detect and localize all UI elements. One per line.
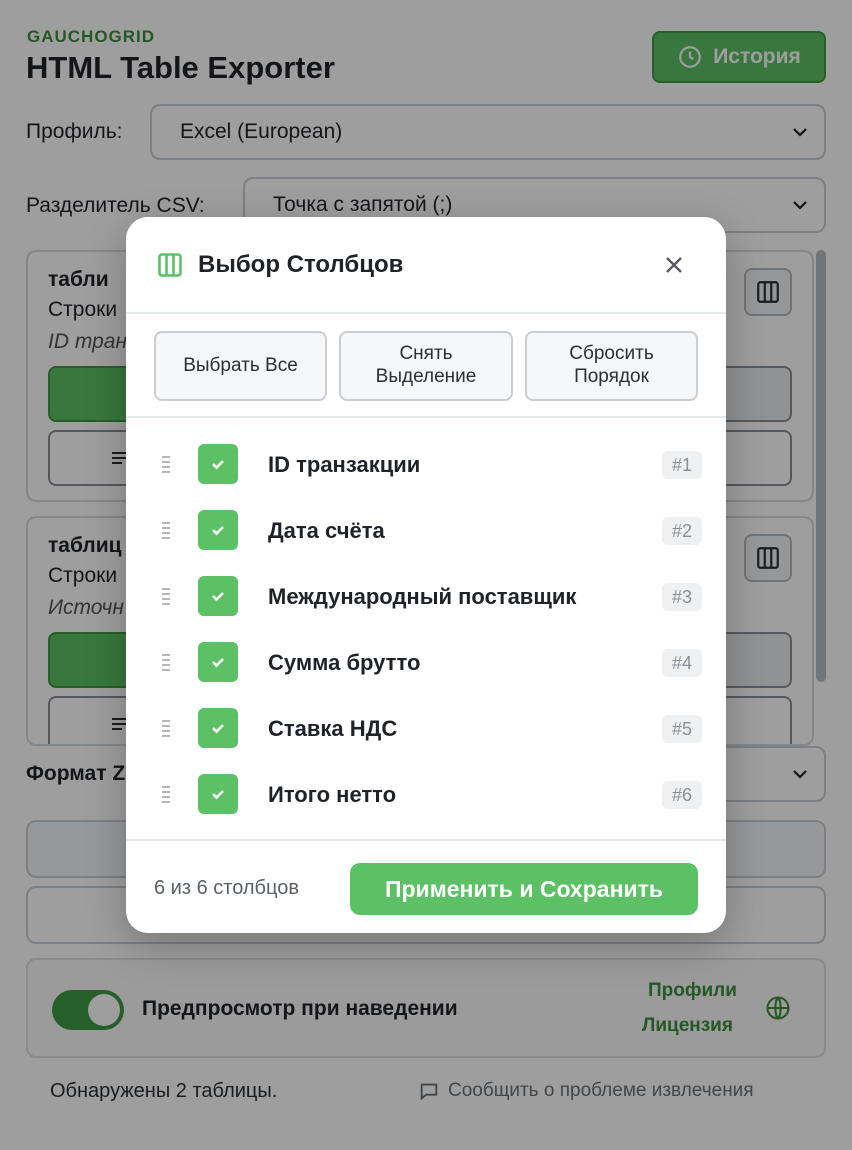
- reset-order-label-line2: Порядок: [574, 366, 649, 387]
- column-checkbox[interactable]: [198, 444, 238, 484]
- column-checkbox[interactable]: [198, 774, 238, 814]
- check-icon: [212, 790, 224, 800]
- check-icon: [212, 658, 224, 668]
- close-button[interactable]: [660, 251, 688, 279]
- modal-header: Выбор Столбцов: [126, 217, 726, 314]
- check-icon: [212, 460, 224, 470]
- deselect-label-line2: Выделение: [375, 366, 477, 387]
- column-name: Итого нетто: [268, 782, 397, 807]
- columns-icon: [158, 253, 182, 277]
- column-name: Международный поставщик: [268, 584, 577, 609]
- column-order-badge: #5: [662, 715, 702, 743]
- modal-footer: 6 из 6 столбцов Применить и Сохранить: [126, 839, 726, 933]
- drag-handle-icon[interactable]: [160, 586, 172, 606]
- column-row[interactable]: ID транзакции #1: [126, 432, 726, 498]
- column-order-badge: #3: [662, 583, 702, 611]
- column-row[interactable]: Ставка НДС #5: [126, 696, 726, 762]
- column-row[interactable]: Дата счёта #2: [126, 498, 726, 564]
- column-picker-modal: Выбор Столбцов Выбрать Все Снять Выделен…: [126, 217, 726, 933]
- drag-handle-icon[interactable]: [160, 718, 172, 738]
- bulk-actions: Выбрать Все Снять Выделение Сбросить Пор…: [126, 314, 726, 418]
- select-all-button[interactable]: Выбрать Все: [154, 331, 327, 401]
- column-row[interactable]: Итого нетто #6: [126, 762, 726, 828]
- check-icon: [212, 724, 224, 734]
- deselect-button[interactable]: Снять Выделение: [339, 331, 513, 401]
- column-name: Дата счёта: [268, 518, 385, 543]
- drag-handle-icon[interactable]: [160, 652, 172, 672]
- column-row[interactable]: Международный поставщик #3: [126, 564, 726, 630]
- column-name: Сумма брутто: [268, 650, 421, 675]
- modal-title: Выбор Столбцов: [198, 251, 404, 278]
- column-order-badge: #2: [662, 517, 702, 545]
- selected-count: 6 из 6 столбцов: [154, 877, 299, 899]
- column-row[interactable]: Сумма брутто #4: [126, 630, 726, 696]
- drag-handle-icon[interactable]: [160, 454, 172, 474]
- close-icon: [666, 257, 682, 273]
- column-list: ID транзакции #1 Дата счёта #2 Междунаро…: [126, 432, 726, 828]
- column-checkbox[interactable]: [198, 642, 238, 682]
- reset-order-button[interactable]: Сбросить Порядок: [525, 331, 698, 401]
- column-order-badge: #4: [662, 649, 702, 677]
- column-name: Ставка НДС: [268, 716, 398, 741]
- column-checkbox[interactable]: [198, 708, 238, 748]
- check-icon: [212, 526, 224, 536]
- drag-handle-icon[interactable]: [160, 520, 172, 540]
- check-icon: [212, 592, 224, 602]
- deselect-label-line1: Снять: [399, 343, 453, 365]
- apply-save-button[interactable]: Применить и Сохранить: [350, 863, 698, 915]
- select-all-label: Выбрать Все: [183, 354, 298, 376]
- reset-order-label-line1: Сбросить: [569, 343, 654, 365]
- drag-handle-icon[interactable]: [160, 784, 172, 804]
- column-order-badge: #6: [662, 781, 702, 809]
- column-checkbox[interactable]: [198, 576, 238, 616]
- column-order-badge: #1: [662, 451, 702, 479]
- column-name: ID транзакции: [268, 452, 421, 477]
- column-checkbox[interactable]: [198, 510, 238, 550]
